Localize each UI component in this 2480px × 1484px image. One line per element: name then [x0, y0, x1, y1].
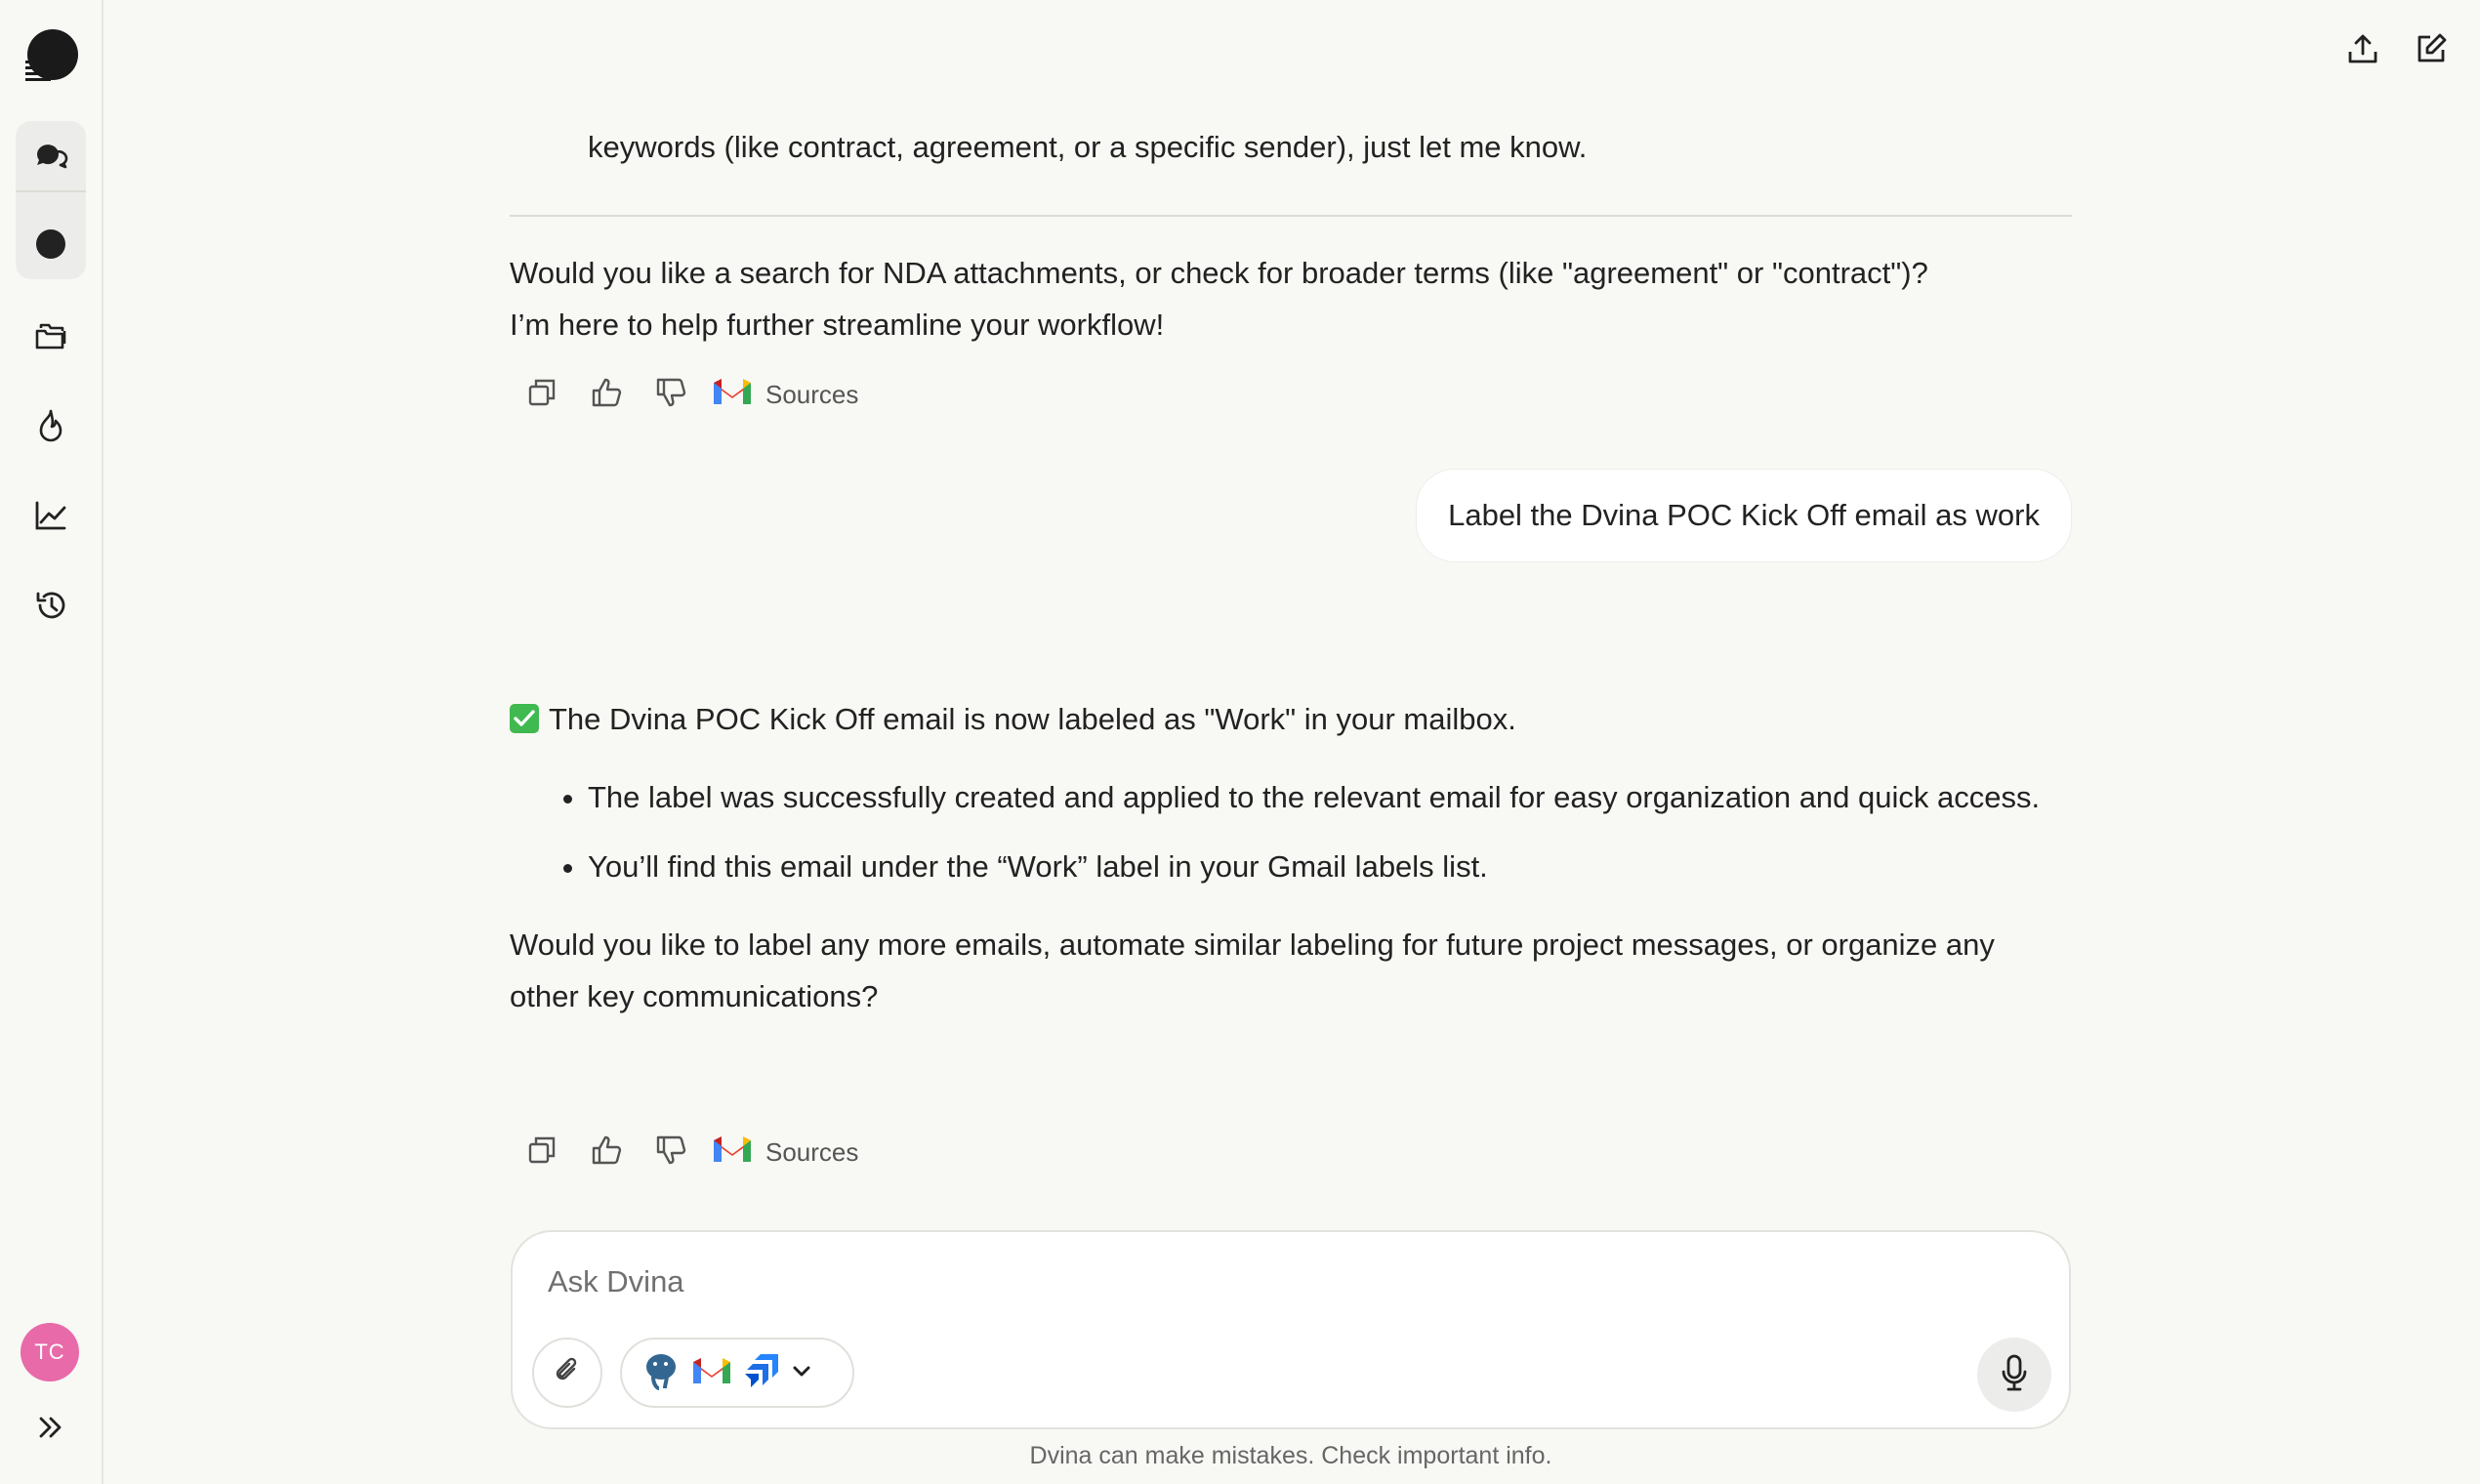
- reply-summary-text: The Dvina POC Kick Off email is now labe…: [549, 702, 1516, 736]
- list-item: The label was successfully created and a…: [588, 771, 2072, 823]
- thumbs-down-icon: [654, 1134, 687, 1171]
- message-actions: Sources: [510, 365, 858, 424]
- reply-summary: The Dvina POC Kick Off email is now labe…: [510, 693, 2072, 745]
- primary-nav-group: [16, 121, 86, 279]
- copy-button[interactable]: [510, 1123, 574, 1181]
- history-icon: [33, 588, 68, 623]
- circle-icon: [34, 227, 67, 261]
- edit-icon: [2415, 32, 2448, 70]
- analytics-nav-button[interactable]: [16, 480, 86, 551]
- flame-icon: [35, 408, 66, 443]
- gmail-icon: [711, 1133, 754, 1173]
- thumbs-up-button[interactable]: [574, 1123, 639, 1181]
- gmail-icon: [711, 375, 754, 415]
- chart-icon: [33, 499, 68, 532]
- postgresql-icon: [640, 1349, 682, 1397]
- voice-input-button[interactable]: [1977, 1338, 2051, 1412]
- integrations-selector[interactable]: [620, 1338, 854, 1408]
- double-chevron-right-icon: [38, 1416, 63, 1444]
- paperclip-icon: [553, 1355, 582, 1391]
- jira-icon: [741, 1350, 782, 1396]
- chat-nav-button[interactable]: [16, 121, 86, 191]
- sources-button[interactable]: Sources: [711, 375, 858, 415]
- copy-icon: [526, 1134, 558, 1171]
- previous-followup: Would you like a search for NDA attachme…: [510, 247, 2072, 350]
- chevron-down-icon: [790, 1361, 813, 1385]
- new-chat-button[interactable]: [2410, 29, 2453, 72]
- copy-button[interactable]: [510, 365, 574, 424]
- message-actions: Sources: [510, 1123, 858, 1181]
- trending-nav-button[interactable]: [16, 391, 86, 461]
- check-mark-icon: [510, 704, 539, 733]
- microphone-icon: [1999, 1353, 2030, 1397]
- thumbs-up-icon: [590, 377, 623, 413]
- thumbs-down-button[interactable]: [639, 1123, 703, 1181]
- reply-bullet-list: The label was successfully created and a…: [510, 771, 2072, 892]
- previous-message-tail: keywords (like contract, agreement, or a…: [588, 130, 1588, 164]
- avatar-initials: TC: [34, 1340, 65, 1364]
- attach-button[interactable]: [532, 1338, 602, 1408]
- dvina-logo[interactable]: [23, 27, 78, 82]
- nav-divider: [16, 190, 86, 192]
- share-button[interactable]: [2341, 29, 2384, 72]
- disclaimer-text: Dvina can make mistakes. Check important…: [1029, 1442, 1552, 1469]
- sources-button[interactable]: Sources: [711, 1133, 858, 1173]
- assistant-reply: The Dvina POC Kick Off email is now labe…: [510, 693, 2072, 1022]
- list-item: You’ll find this email under the “Work” …: [588, 841, 2072, 892]
- reply-followup: Would you like to label any more emails,…: [510, 928, 1995, 1013]
- expand-sidebar-button[interactable]: [31, 1410, 70, 1449]
- copy-icon: [526, 377, 558, 413]
- section-divider: [510, 215, 2072, 217]
- previous-followup-line2: I’m here to help further streamline your…: [510, 308, 1165, 342]
- user-message-bubble: Label the Dvina POC Kick Off email as wo…: [1416, 469, 2072, 562]
- thumbs-down-button[interactable]: [639, 365, 703, 424]
- user-message-text: Label the Dvina POC Kick Off email as wo…: [1448, 498, 2040, 532]
- chat-composer: [511, 1230, 2071, 1429]
- sources-label: Sources: [765, 379, 859, 409]
- share-upload-icon: [2346, 32, 2379, 70]
- history-nav-button[interactable]: [16, 570, 86, 640]
- user-avatar[interactable]: TC: [21, 1323, 79, 1381]
- circle-nav-button[interactable]: [16, 209, 86, 279]
- gmail-icon: [690, 1354, 733, 1392]
- thumbs-down-icon: [654, 377, 687, 413]
- previous-followup-line1: Would you like a search for NDA attachme…: [510, 256, 1928, 290]
- projects-nav-button[interactable]: [16, 301, 86, 371]
- chat-icon: [33, 139, 68, 174]
- thumbs-up-icon: [590, 1134, 623, 1171]
- sidebar: TC: [0, 0, 103, 1484]
- folders-icon: [33, 319, 68, 352]
- ask-input[interactable]: [546, 1257, 2014, 1306]
- sources-label: Sources: [765, 1136, 859, 1167]
- thumbs-up-button[interactable]: [574, 365, 639, 424]
